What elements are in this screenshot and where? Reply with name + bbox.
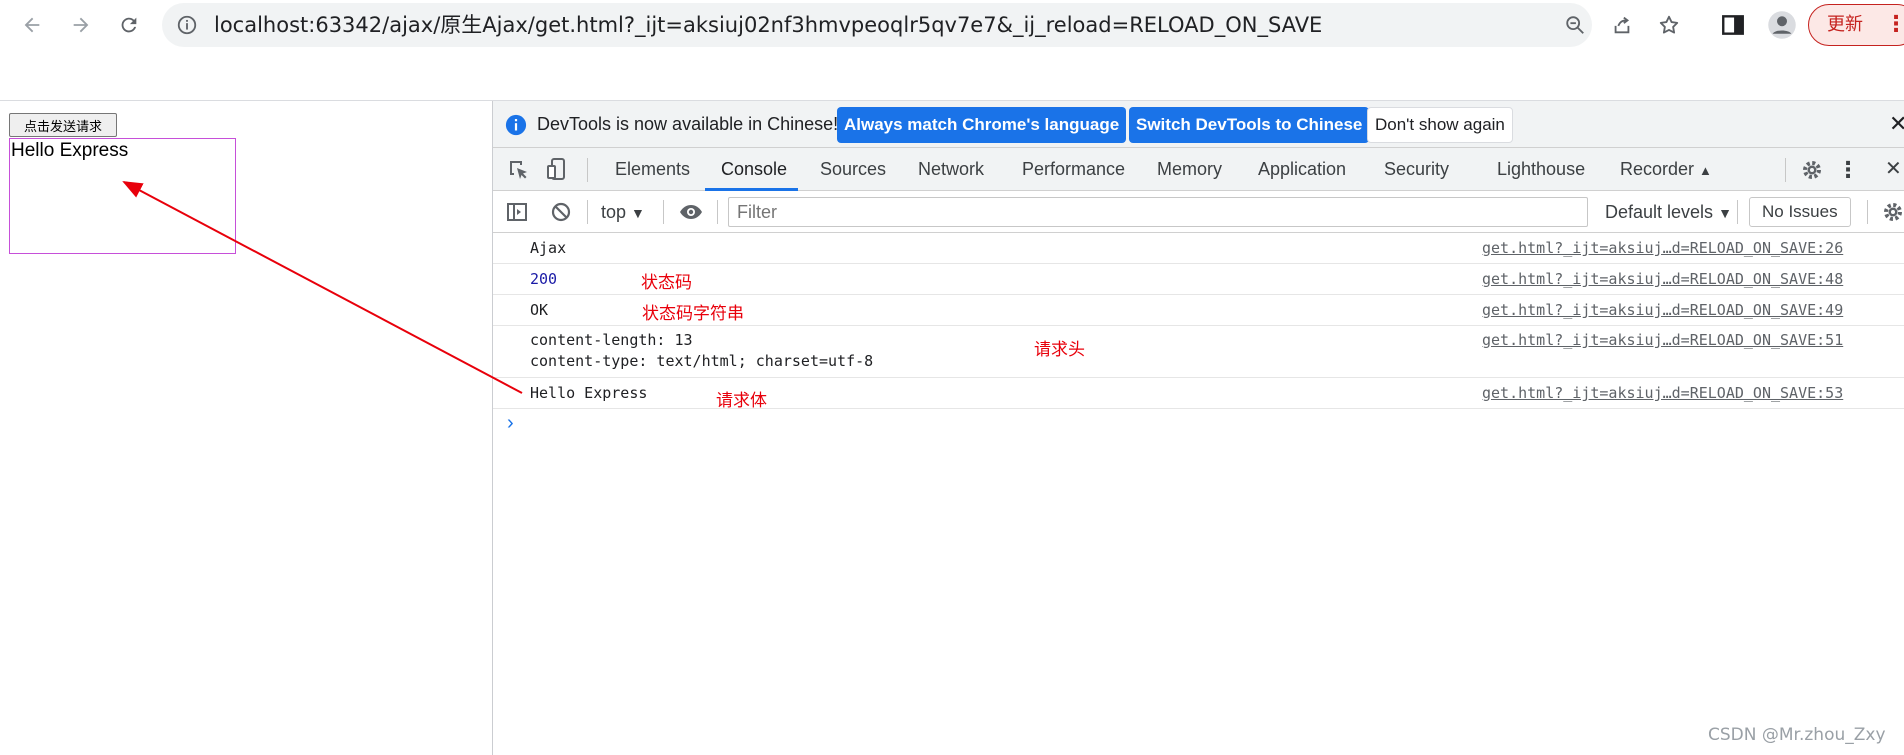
match-language-button[interactable]: Always match Chrome's language — [837, 107, 1127, 143]
tab-sources[interactable]: Sources — [820, 148, 886, 191]
filter-input[interactable] — [728, 197, 1588, 227]
info-icon — [505, 114, 527, 136]
update-button[interactable]: 更新 ⋮ — [1808, 4, 1904, 46]
watermark: CSDN @Mr.zhou_Zxy — [1708, 725, 1886, 745]
log-levels-select[interactable]: Default levels ▼ — [1605, 191, 1732, 234]
console-prompt-icon[interactable]: › — [507, 412, 514, 435]
back-icon[interactable] — [17, 10, 47, 40]
context-select[interactable]: top ▼ — [601, 191, 645, 234]
url-text[interactable]: localhost:63342/ajax/原生Ajax/get.html?_ij… — [214, 3, 1322, 47]
annotation-status-text: 状态码字符串 — [642, 304, 744, 324]
console-toolbar: top ▼ Default levels ▼ No Issues — [493, 191, 1904, 233]
source-link[interactable]: get.html?_ijt=aksiuj…d=RELOAD_ON_SAVE:26 — [1482, 239, 1843, 257]
context-value: top — [601, 202, 627, 222]
reload-icon[interactable] — [114, 10, 144, 40]
dropdown-arrow-icon: ▼ — [1718, 205, 1732, 221]
console-row: 200 状态码 get.html?_ijt=aksiuj…d=RELOAD_ON… — [493, 264, 1904, 295]
eye-icon[interactable] — [679, 200, 703, 224]
source-link[interactable]: get.html?_ijt=aksiuj…d=RELOAD_ON_SAVE:49 — [1482, 301, 1843, 319]
console-row: Hello Express 请求体 get.html?_ijt=aksiuj…d… — [493, 378, 1904, 411]
zoom-icon[interactable] — [1564, 14, 1586, 36]
tab-network[interactable]: Network — [918, 148, 984, 191]
issues-button[interactable]: No Issues — [1749, 197, 1851, 227]
source-link[interactable]: get.html?_ijt=aksiuj…d=RELOAD_ON_SAVE:51 — [1482, 331, 1843, 349]
more-options-icon[interactable]: ⋮ — [1837, 148, 1859, 191]
source-link[interactable]: get.html?_ijt=aksiuj…d=RELOAD_ON_SAVE:53 — [1482, 384, 1843, 402]
result-text: Hello Express — [11, 140, 129, 161]
switch-language-button[interactable]: Switch DevTools to Chinese — [1129, 107, 1370, 143]
console-row: Ajax get.html?_ijt=aksiuj…d=RELOAD_ON_SA… — [493, 233, 1904, 264]
dont-show-again-button[interactable]: Don't show again — [1367, 107, 1513, 143]
console-message: content-type: text/html; charset=utf-8 — [530, 352, 874, 370]
tab-console[interactable]: Console — [721, 148, 787, 191]
update-label: 更新 — [1827, 14, 1863, 35]
bookmark-star-icon[interactable] — [1658, 14, 1680, 36]
tab-security[interactable]: Security — [1384, 148, 1449, 191]
tab-performance[interactable]: Performance — [1022, 148, 1125, 191]
console-row: OK 状态码字符串 get.html?_ijt=aksiuj…d=RELOAD_… — [493, 295, 1904, 326]
console-message: 200 — [530, 270, 558, 288]
console-message: Hello Express — [530, 384, 648, 402]
language-infobar: DevTools is now available in Chinese! Al… — [493, 101, 1904, 148]
annotation-status-code: 状态码 — [641, 273, 692, 293]
annotation-body: 请求体 — [716, 391, 767, 411]
tab-memory[interactable]: Memory — [1157, 148, 1222, 191]
infobar-message: DevTools is now available in Chinese! — [537, 114, 839, 134]
tab-recorder[interactable]: Recorder ▲ — [1620, 148, 1712, 192]
console-message: Ajax — [530, 239, 567, 257]
toolbar-divider — [587, 200, 588, 224]
annotation-headers: 请求头 — [1034, 340, 1085, 360]
tab-recorder-label: Recorder — [1620, 159, 1695, 179]
site-info-icon[interactable] — [176, 14, 198, 36]
share-icon[interactable] — [1611, 14, 1633, 36]
flask-icon: ▲ — [1699, 163, 1712, 178]
dropdown-arrow-icon: ▼ — [631, 205, 645, 221]
toolbar-divider — [717, 200, 718, 224]
tab-elements[interactable]: Elements — [615, 148, 690, 191]
devtools-panel: DevTools is now available in Chinese! Al… — [492, 101, 1904, 755]
console-message: content-length: 13 — [530, 331, 693, 349]
close-icon[interactable]: ✕ — [1889, 111, 1904, 137]
address-bar[interactable]: localhost:63342/ajax/原生Ajax/get.html?_ij… — [162, 3, 1679, 47]
gear-icon[interactable] — [1800, 158, 1824, 182]
send-request-button[interactable]: 点击发送请求 — [9, 113, 117, 137]
source-link[interactable]: get.html?_ijt=aksiuj…d=RELOAD_ON_SAVE:48 — [1482, 270, 1843, 288]
tab-lighthouse[interactable]: Lighthouse — [1497, 148, 1585, 191]
tab-application[interactable]: Application — [1258, 148, 1346, 191]
log-levels-label: Default levels — [1605, 202, 1714, 222]
result-box: Hello Express — [9, 138, 236, 254]
device-toolbar-icon[interactable] — [545, 157, 569, 181]
clear-console-icon[interactable] — [549, 200, 573, 224]
browser-toolbar: localhost:63342/ajax/原生Ajax/get.html?_ij… — [0, 0, 1904, 50]
page-viewport: 点击发送请求 Hello Express — [0, 101, 492, 755]
profile-icon[interactable] — [1767, 10, 1797, 40]
console-row: content-length: 13 content-type: text/ht… — [493, 326, 1904, 378]
toolbar-divider — [1867, 200, 1868, 224]
tab-divider — [1785, 158, 1786, 182]
tab-divider — [587, 158, 588, 182]
toolbar-divider — [1737, 200, 1738, 224]
menu-icon[interactable]: ⋮ — [1885, 5, 1904, 44]
forward-icon[interactable] — [66, 10, 96, 40]
devtools-tabbar: Elements Console Sources Network Perform… — [493, 148, 1904, 191]
console-message: OK — [530, 301, 549, 319]
inspect-element-icon[interactable] — [507, 158, 531, 182]
sidebar-toggle-icon[interactable] — [505, 200, 529, 224]
close-devtools-icon[interactable]: ✕ — [1885, 148, 1902, 191]
side-panel-icon[interactable] — [1720, 12, 1746, 38]
toolbar-divider — [663, 200, 664, 224]
console-settings-gear-icon[interactable] — [1881, 200, 1904, 224]
